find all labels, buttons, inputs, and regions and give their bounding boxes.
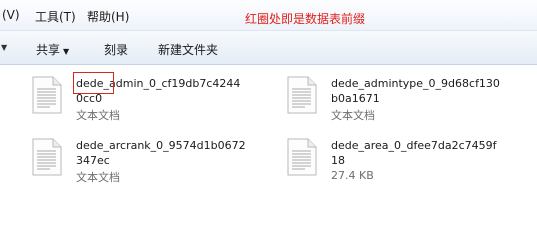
file-name: dede_area_0_dfee7da2c7459f18 xyxy=(331,139,497,167)
chevron-down-icon: ▼ xyxy=(63,47,70,56)
menu-view[interactable]: (V) xyxy=(2,8,20,22)
file-type: 文本文档 xyxy=(76,109,120,122)
text-document-icon xyxy=(287,138,317,176)
annotation-text: 红圈处即是数据表前缀 xyxy=(245,12,366,26)
text-document-icon xyxy=(32,76,62,114)
file-item[interactable]: dede_arcrank_0_9574d1b0672347ec 文本文档 xyxy=(32,136,282,194)
menu-tools[interactable]: 工具(T) xyxy=(35,8,76,25)
menu-help[interactable]: 帮助(H) xyxy=(87,8,129,25)
text-document-icon xyxy=(287,76,317,114)
file-type: 文本文档 xyxy=(331,109,375,122)
burn-button[interactable]: 刻录 xyxy=(104,41,128,58)
file-item[interactable]: dede_admintype_0_9d68cf130b0a1671 文本文档 xyxy=(287,74,537,132)
chevron-down-icon[interactable]: ▼ xyxy=(1,43,7,52)
new-folder-button[interactable]: 新建文件夹 xyxy=(158,41,218,58)
file-item[interactable]: dede_admin_0_cf19db7c42440cc0 文本文档 xyxy=(32,74,282,132)
text-document-icon xyxy=(32,138,62,176)
menu-bar: (V) 工具(T) 帮助(H) 红圈处即是数据表前缀 xyxy=(0,0,537,31)
file-item[interactable]: dede_area_0_dfee7da2c7459f18 27.4 KB xyxy=(287,136,537,194)
file-name: dede_arcrank_0_9574d1b0672347ec xyxy=(76,139,246,167)
command-bar: ▼ 共享 ▼ 刻录 新建文件夹 xyxy=(0,31,537,65)
share-button[interactable]: 共享 ▼ xyxy=(36,41,69,58)
share-label: 共享 xyxy=(36,43,61,57)
file-size: 27.4 KB xyxy=(331,169,374,182)
file-type: 文本文档 xyxy=(76,171,120,184)
file-name: dede_admintype_0_9d68cf130b0a1671 xyxy=(331,77,500,105)
highlight-circle xyxy=(73,72,114,94)
